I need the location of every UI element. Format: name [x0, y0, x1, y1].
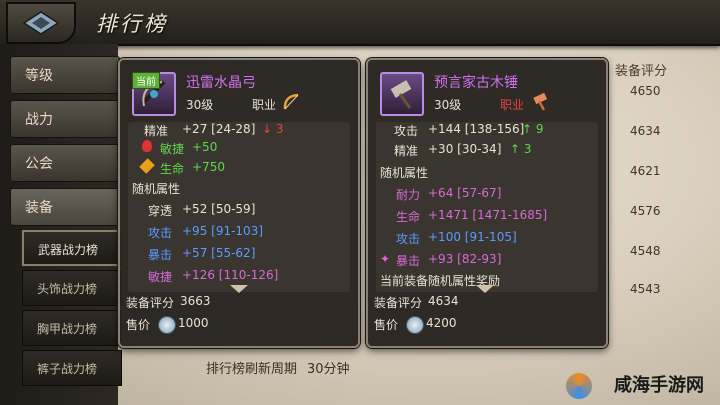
- random-attr-title: 随机属性: [380, 166, 429, 180]
- bow-class-icon: [283, 93, 299, 110]
- random-value: +100 [91-105]: [428, 230, 517, 244]
- random-label: 暴击: [148, 248, 173, 262]
- diamond-back-icon: [22, 11, 60, 35]
- random-label: 耐力: [396, 188, 421, 202]
- price-label: 售价: [126, 318, 151, 332]
- score-cell: 4621: [630, 164, 661, 178]
- random-label: 穿透: [148, 204, 173, 218]
- stat-diff: ↑ 9: [522, 122, 544, 136]
- current-tag: 当前: [132, 72, 160, 89]
- item-name: 预言家古木锤: [434, 75, 518, 91]
- sub-pants-power[interactable]: 裤子战力榜: [22, 350, 122, 386]
- item-level: 30级: [434, 98, 462, 112]
- random-value: +64 [57-67]: [428, 186, 502, 200]
- random-value: +1471 [1471-1685]: [428, 208, 548, 222]
- refresh-label: 排行榜刷新周期: [206, 362, 298, 377]
- page-title: 排行榜: [96, 12, 168, 36]
- silver-coin-icon: [158, 316, 176, 334]
- random-value: +93 [82-93]: [428, 252, 502, 266]
- score-cell: 4543: [630, 282, 661, 296]
- score-label: 装备评分: [126, 296, 175, 310]
- score-value: 3663: [180, 294, 211, 308]
- job-label: 职业: [500, 98, 525, 112]
- agility-gem-icon: [142, 140, 152, 152]
- random-attr-title: 随机属性: [132, 182, 181, 196]
- stat-value: +27 [24-28]: [182, 122, 256, 136]
- price-label: 售价: [374, 318, 399, 332]
- hammer-class-icon: [533, 92, 548, 111]
- refresh-value: 30分钟: [307, 362, 350, 377]
- stat-diff: ↓ 3: [262, 122, 284, 136]
- stat-label: 敏捷: [160, 142, 185, 156]
- sub-weapon-power[interactable]: 武器战力榜: [22, 230, 122, 266]
- stats-panel: 精准 +27 [24-28] ↓ 3 敏捷 +50 生命 +750 随机属性 穿…: [128, 122, 350, 292]
- top-bar: 排行榜: [0, 0, 720, 46]
- stat-label: 精准: [144, 124, 169, 138]
- category-level[interactable]: 等级: [10, 56, 120, 94]
- hammer-item-icon: [380, 72, 424, 116]
- stat-label: 精准: [394, 144, 419, 158]
- score-column-header: 装备评分: [615, 64, 668, 79]
- scroll-down-icon[interactable]: [474, 284, 496, 294]
- price-value: 4200: [426, 316, 457, 330]
- price-value: 1000: [178, 316, 209, 330]
- stat-diff: ↑ 3: [510, 142, 532, 156]
- hammer-icon: [390, 80, 412, 109]
- score-cell: 4634: [630, 124, 661, 138]
- random-value: +57 [55-62]: [182, 246, 256, 260]
- random-value: +95 [91-103]: [182, 224, 264, 238]
- item-level: 30级: [186, 98, 214, 112]
- score-label: 装备评分: [374, 296, 423, 310]
- back-button[interactable]: [6, 2, 76, 44]
- random-label: 攻击: [148, 226, 173, 240]
- random-value: +52 [50-59]: [182, 202, 256, 216]
- score-value: 4634: [428, 294, 459, 308]
- stat-value: +144 [138-156]: [428, 122, 525, 136]
- sidebar: 等级 战力 公会 装备 武器战力榜 头饰战力榜 胸甲战力榜 裤子战力榜: [0, 44, 122, 405]
- scroll-down-icon[interactable]: [228, 284, 250, 294]
- compare-item-tooltip: 预言家古木锤 30级 职业 攻击 +144 [138-156] ↑ 9 精准 +…: [366, 58, 608, 348]
- score-cell: 4548: [630, 244, 661, 258]
- category-guild[interactable]: 公会: [10, 144, 120, 182]
- sub-headgear-power[interactable]: 头饰战力榜: [22, 270, 122, 306]
- score-cell: 4576: [630, 204, 661, 218]
- current-item-tooltip: 当前 迅雷水晶弓 30级 职业 精准 +27 [24-28] ↓ 3 敏捷 +5…: [118, 58, 360, 348]
- bow-item-icon: 当前: [132, 72, 176, 116]
- stat-label: 攻击: [394, 124, 419, 138]
- random-label: 暴击: [396, 254, 421, 268]
- stat-value: +750: [192, 160, 225, 174]
- watermark-text: 咸海手游网: [614, 375, 704, 396]
- refresh-period: 排行榜刷新周期 30分钟: [206, 358, 350, 377]
- stats-panel: 攻击 +144 [138-156] ↑ 9 精准 +30 [30-34] ↑ 3…: [376, 122, 598, 292]
- stat-label: 生命: [160, 162, 185, 176]
- random-label: 生命: [396, 210, 421, 224]
- score-cell: 4650: [630, 84, 661, 98]
- job-label: 职业: [252, 98, 277, 112]
- category-equipment[interactable]: 装备: [10, 188, 120, 226]
- bonus-star-icon: ✦: [380, 252, 391, 266]
- stat-value: +50: [192, 140, 218, 154]
- sub-chest-power[interactable]: 胸甲战力榜: [22, 310, 122, 346]
- random-label: 敏捷: [148, 270, 173, 284]
- stat-value: +30 [30-34]: [428, 142, 502, 156]
- item-name: 迅雷水晶弓: [186, 75, 256, 91]
- life-gem-icon: [139, 158, 155, 174]
- watermark-logo-icon: [566, 373, 592, 399]
- category-power[interactable]: 战力: [10, 100, 120, 138]
- random-label: 攻击: [396, 232, 421, 246]
- random-value: +126 [110-126]: [182, 268, 279, 282]
- silver-coin-icon: [406, 316, 424, 334]
